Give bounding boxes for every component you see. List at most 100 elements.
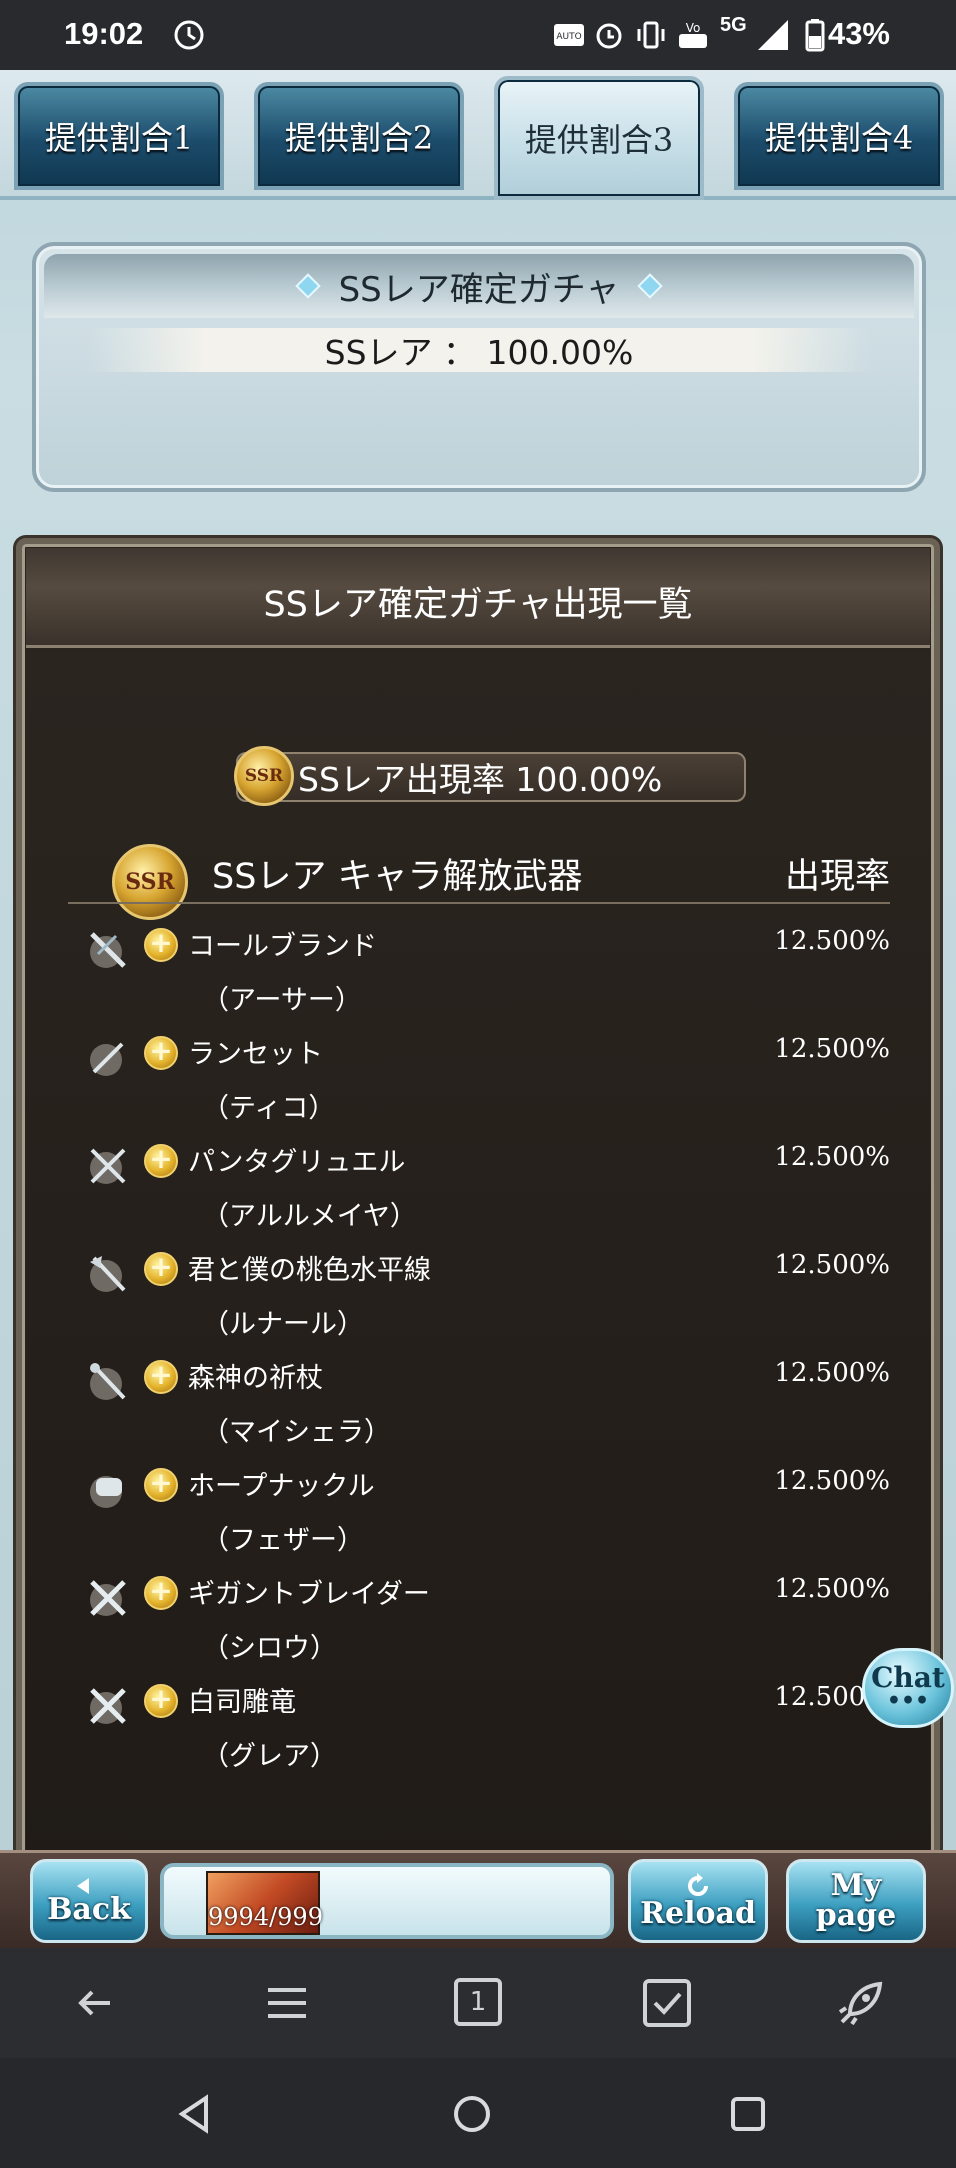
battery-percent: 43% [827,16,890,51]
weapon-name: パンタグリュエル [188,1147,406,1178]
rate-summary-header: SSレア確定ガチャ [44,254,914,318]
weapon-rate: 12.500% [774,1466,890,1496]
chat-dots-icon: ••• [886,1688,930,1714]
status-time: 19:02 [64,16,144,51]
back-label: Back [47,1892,131,1927]
knuckle-icon [90,1476,122,1508]
gold-coin-icon [144,1574,178,1610]
diamond-icon [637,273,664,299]
volte-icon: Vo [679,21,707,48]
nav-back-icon[interactable] [176,2094,212,2134]
rate-summary-title: SSレア確定ガチャ [338,269,620,310]
weapon-rate: 12.500% [774,926,890,956]
weapon-owner: （ルナール） [202,1309,364,1340]
weapon-owner: （マイシェラ） [202,1417,391,1448]
list-item[interactable]: コールブランド （アーサー） 12.500% [26,920,930,1028]
tab-count: 1 [469,1987,487,2017]
weapon-rate: 12.500% [774,1034,890,1064]
gold-coin-icon [144,1358,178,1394]
status-bar: 19:02 AUTO Vo 5G 43% [0,0,956,70]
weapon-name: ギガントブレイダー [188,1579,430,1610]
tab-rate-3[interactable]: 提供割合3 [494,76,704,200]
list-item[interactable]: 白司雕竜 （グレア） 12.500% [26,1676,930,1784]
alarm-icon [596,23,622,49]
crossed-weapons-icon [90,1148,126,1184]
battery-icon [805,19,825,52]
back-arrow-icon[interactable] [70,1978,120,2028]
rate-column-header: 出現率 [784,857,890,897]
tab-rate-1[interactable]: 提供割合1 [14,82,224,190]
gold-coin-icon [144,1142,178,1178]
auto-hd-icon: AUTO [554,24,584,46]
game-view: 提供割合1 提供割合2 提供割合3 提供割合4 SSレア確定ガチャ SSレア ：… [0,70,956,1948]
weapon-name: コールブランド [188,931,377,962]
axe-icon [90,1256,126,1292]
tab-rate-2[interactable]: 提供割合2 [254,82,464,190]
appearance-list-body[interactable]: SSレア出現率 100.00% SSR SSR SSレア キャラ解放武器 出現率… [26,652,930,1880]
tab-count-button[interactable]: 1 [454,1978,502,2026]
gold-coin-icon [144,1250,178,1286]
weapon-name: ランセット [188,1039,323,1070]
weapon-name: 森神の祈杖 [188,1363,323,1394]
nav-recents-icon[interactable] [730,2096,766,2132]
weapon-name: 君と僕の桃色水平線 [188,1255,431,1286]
mypage-button[interactable]: My page [786,1859,926,1943]
svg-text:AUTO: AUTO [556,32,581,42]
weapon-name: ホープナックル [188,1471,375,1502]
ap-count: 9994/999 [208,1903,323,1931]
sword-icon [90,932,126,968]
ssr-rate-pill: SSレア出現率 100.00% [236,752,746,802]
category-label: SSレア キャラ解放武器 [212,857,583,897]
reload-button[interactable]: Reload [628,1859,768,1943]
list-item[interactable]: ランセット （ティコ） 12.500% [26,1028,930,1136]
rocket-icon[interactable] [836,1978,886,2028]
gold-coin-icon [144,926,178,962]
weapon-owner: （フェザー） [202,1525,364,1556]
appearance-list-header: SSレア確定ガチャ出現一覧 [26,548,930,648]
list-item[interactable]: 君と僕の桃色水平線 （ルナール） 12.500% [26,1244,930,1352]
tab-rate-4[interactable]: 提供割合4 [734,82,944,190]
gold-coin-icon [144,1682,178,1718]
weapon-owner: （ティコ） [202,1093,336,1124]
signal-icon [758,20,788,50]
weapon-owner: （アルルメイヤ） [202,1201,417,1232]
crossed-swords-icon [90,1688,126,1724]
crossed-swords-icon [90,1580,126,1616]
staff-icon [90,1363,126,1400]
list-item[interactable]: パンタグリュエル （アルルメイヤ） 12.500% [26,1136,930,1244]
nav-home-icon[interactable] [452,2094,492,2134]
weapon-name: 白司雕竜 [188,1687,296,1718]
diamond-icon [294,273,321,299]
mypage-label-line2: page [815,1898,897,1933]
list-item[interactable]: 森神の祈杖 （マイシェラ） 12.500% [26,1352,930,1460]
appearance-list-panel: SSレア確定ガチャ出現一覧 SSレア出現率 100.00% SSR SSR SS… [16,538,940,1890]
appearance-list-title: SSレア確定ガチャ出現一覧 [263,585,693,625]
mypage-label-line1: My [830,1868,882,1903]
weapon-rate: 12.500% [774,1250,890,1280]
lance-icon [90,1042,124,1076]
list-item[interactable]: ホープナックル （フェザー） 12.500% [26,1460,930,1568]
gold-coin-icon [144,1466,178,1502]
weapon-owner: （アーサー） [202,985,362,1016]
ssr-badge-icon: SSR [234,746,294,806]
browser-toolbar: 1 [0,1948,956,2058]
list-item[interactable]: ギガントブレイダー （シロウ） 12.500% [26,1568,930,1676]
game-footer: Back 9994/999 Reload My page [0,1850,956,1948]
rate-summary-panel: SSレア確定ガチャ SSレア ： 100.00% [32,242,926,492]
network-type: 5G [720,14,747,36]
chat-button[interactable]: Chat ••• [862,1648,954,1728]
system-nav-bar [0,2058,956,2168]
checkbox-icon[interactable] [642,1978,692,2028]
svg-text:Vo: Vo [686,21,701,35]
menu-icon[interactable] [262,1978,312,2028]
weapon-owner: （グレア） [202,1741,337,1772]
rate-summary-line: SSレア ： 100.00% [86,328,872,372]
ap-gauge: 9994/999 [160,1863,614,1939]
weapon-rate: 12.500% [774,1142,890,1172]
category-header: SSレア キャラ解放武器 出現率 [68,848,890,904]
gold-coin-icon [144,1034,178,1070]
reload-label: Reload [640,1896,756,1931]
rate-tabs: 提供割合1 提供割合2 提供割合3 提供割合4 [0,70,956,200]
weapon-owner: （シロウ） [202,1633,337,1664]
back-button[interactable]: Back [30,1859,148,1943]
